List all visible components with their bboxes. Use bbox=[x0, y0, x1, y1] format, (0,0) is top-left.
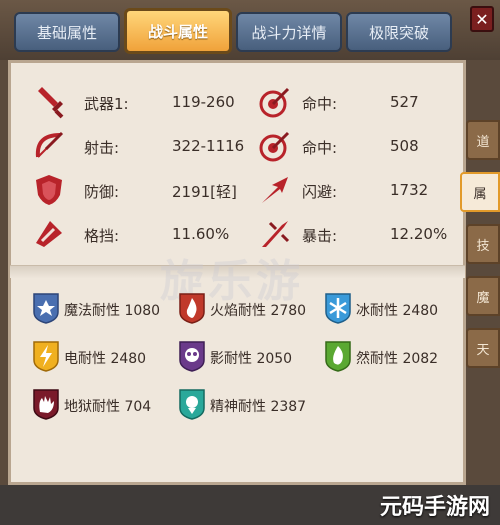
resist-hell: 地狱耐性 704 bbox=[64, 399, 152, 415]
stat-value-hit-2: 508 bbox=[390, 137, 419, 155]
shield-icon bbox=[36, 175, 62, 205]
resist-nature: 然耐性 2082 bbox=[356, 351, 439, 367]
target-icon bbox=[259, 87, 290, 118]
resist-spirit: 精神耐性 2387 bbox=[210, 399, 307, 415]
stat-label-dodge: 闪避: bbox=[302, 183, 338, 201]
stat-value-shoot: 322-1116 bbox=[172, 137, 245, 155]
tab-battle-attributes[interactable]: 战斗属性 bbox=[124, 8, 232, 54]
stat-label-crit: 暴击: bbox=[302, 227, 338, 245]
side-tab-magic[interactable]: 魔 bbox=[466, 276, 500, 316]
snowflake-icon bbox=[325, 293, 351, 324]
stat-value-weapon1: 119-260 bbox=[172, 93, 235, 111]
flame-green-icon bbox=[325, 341, 351, 372]
dodge-icon bbox=[262, 177, 288, 203]
stat-value-hit-1: 527 bbox=[390, 93, 419, 111]
stat-label-hit-1: 命中: bbox=[302, 95, 338, 113]
side-tab-talent[interactable]: 天 bbox=[466, 328, 500, 368]
tab-basic-attributes[interactable]: 基础属性 bbox=[14, 12, 120, 52]
skull-icon bbox=[179, 341, 205, 372]
tab-combat-power-details[interactable]: 战斗力详情 bbox=[236, 12, 342, 52]
resist-electric: 电耐性 2480 bbox=[64, 351, 147, 367]
resist-shadow: 影耐性 2050 bbox=[210, 351, 293, 367]
stat-label-weapon1: 武器1: bbox=[84, 95, 129, 113]
spirit-icon bbox=[179, 389, 205, 420]
side-tab-skills[interactable]: 技 bbox=[466, 224, 500, 264]
hell-hand-icon bbox=[33, 389, 59, 420]
resist-ice: 冰耐性 2480 bbox=[356, 303, 439, 319]
bow-icon bbox=[35, 131, 64, 158]
sword-icon bbox=[38, 87, 64, 119]
block-icon bbox=[36, 221, 62, 247]
fire-icon bbox=[179, 293, 205, 324]
tab-limit-break[interactable]: 极限突破 bbox=[346, 12, 452, 52]
stat-value-dodge: 1732 bbox=[390, 181, 429, 199]
stat-value-crit: 12.20% bbox=[390, 225, 448, 243]
side-tab-items[interactable]: 道 bbox=[466, 120, 500, 160]
stat-label-block: 格挡: bbox=[84, 227, 120, 245]
stat-label-defense: 防御: bbox=[84, 183, 120, 201]
stat-label-shoot: 射击: bbox=[84, 139, 120, 157]
magic-star-icon bbox=[33, 293, 59, 324]
resist-magic: 魔法耐性 1080 bbox=[64, 303, 161, 319]
site-brand: 元码手游网 bbox=[379, 495, 490, 520]
resist-fire: 火焰耐性 2780 bbox=[210, 303, 307, 319]
stat-label-hit-2: 命中: bbox=[302, 139, 338, 157]
lightning-icon bbox=[33, 341, 59, 372]
side-tab-attributes[interactable]: 属 bbox=[460, 172, 500, 212]
stat-value-block: 11.60% bbox=[172, 225, 230, 243]
close-button[interactable]: ✕ bbox=[470, 6, 494, 32]
stat-value-defense: 2191[轻] bbox=[172, 183, 237, 201]
target-icon bbox=[259, 131, 290, 162]
